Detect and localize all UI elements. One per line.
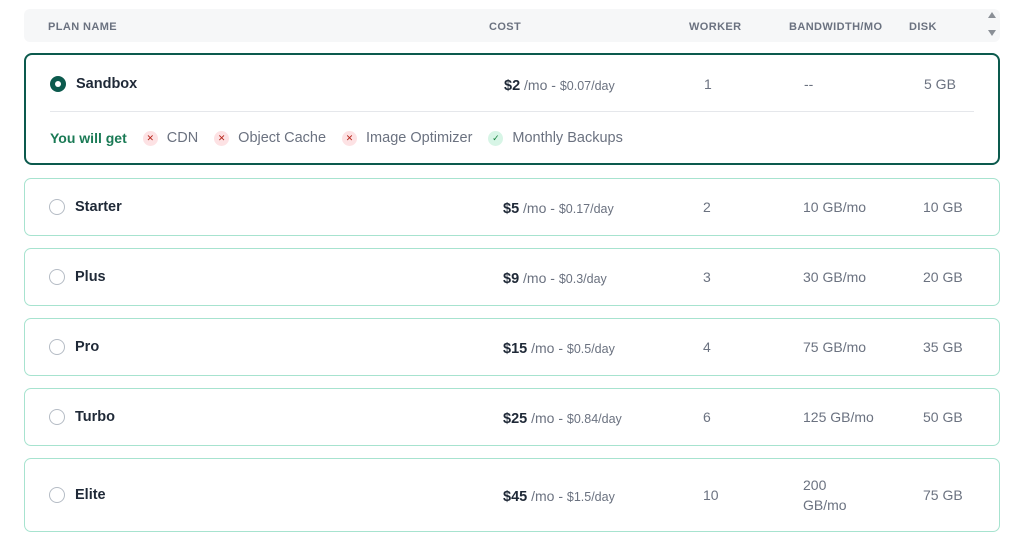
divider (50, 111, 974, 112)
plan-disk: 50 GB (923, 409, 963, 425)
feature-image-optimizer: ✕ Image Optimizer (342, 130, 472, 146)
plan-price: $45 (503, 489, 528, 505)
plan-radio[interactable] (49, 487, 65, 503)
scrollbar[interactable] (986, 12, 998, 38)
plan-per: /mo - (531, 488, 563, 504)
plan-per: /mo - (523, 200, 555, 216)
plan-cost: $45 /mo - $1.5/day (503, 486, 615, 507)
plan-day-price: $0.3/day (558, 272, 607, 286)
plan-per: /mo - (531, 340, 563, 356)
plan-price: $2 (504, 78, 521, 94)
plan-bandwidth: 30 GB/mo (803, 269, 867, 285)
plan-price: $5 (503, 201, 520, 217)
plan-worker: 3 (703, 269, 711, 285)
feature-list: You will get ✕ CDN ✕ Object Cache ✕ Imag… (50, 128, 639, 148)
plan-disk: 20 GB (923, 269, 963, 285)
scroll-up-arrow-icon[interactable] (988, 12, 996, 18)
plan-price: $25 (503, 411, 528, 427)
plan-name: Sandbox (76, 76, 138, 92)
plan-bandwidth: 125 GB/mo (803, 409, 874, 425)
feature-label: Monthly Backups (512, 130, 623, 146)
plan-worker: 6 (703, 409, 711, 425)
check-icon: ✓ (488, 130, 504, 146)
plan-day-price: $0.17/day (558, 202, 614, 216)
plan-bandwidth: -- (804, 76, 814, 92)
feature-cdn: ✕ CDN (142, 130, 199, 146)
plan-row-turbo[interactable]: Turbo $25 /mo - $0.84/day 6 125 GB/mo 50… (24, 388, 1000, 446)
column-header-bandwidth: BANDWIDTH/MO (789, 21, 883, 33)
x-icon: ✕ (342, 130, 358, 146)
plan-cost: $2 /mo - $0.07/day (504, 75, 615, 96)
column-header-plan-name: PLAN NAME (48, 21, 117, 33)
plan-worker: 10 (703, 487, 719, 503)
plan-cost: $25 /mo - $0.84/day (503, 408, 622, 429)
plan-bandwidth: 10 GB/mo (803, 199, 867, 215)
plan-cost: $9 /mo - $0.3/day (503, 268, 607, 289)
plan-disk: 75 GB (923, 487, 963, 503)
plan-cost: $15 /mo - $0.5/day (503, 338, 615, 359)
x-icon: ✕ (142, 130, 158, 146)
plan-disk: 5 GB (924, 76, 956, 92)
plan-worker: 1 (704, 76, 712, 92)
plan-per: /mo - (531, 410, 563, 426)
plan-day-price: $0.84/day (566, 412, 622, 426)
column-header-worker: WORKER (689, 21, 742, 33)
plan-bandwidth: 75 GB/mo (803, 339, 867, 355)
feature-monthly-backups: ✓ Monthly Backups (488, 130, 623, 146)
plan-day-price: $0.07/day (559, 79, 615, 93)
plan-row-pro[interactable]: Pro $15 /mo - $0.5/day 4 75 GB/mo 35 GB (24, 318, 1000, 376)
plan-name: Pro (75, 339, 100, 355)
plan-row-starter[interactable]: Starter $5 /mo - $0.17/day 2 10 GB/mo 10… (24, 178, 1000, 236)
feature-label: Object Cache (238, 130, 327, 146)
plan-name: Elite (75, 487, 106, 503)
plan-worker: 2 (703, 199, 711, 215)
plan-per: /mo - (523, 270, 555, 286)
x-icon: ✕ (214, 130, 230, 146)
column-header-disk: DISK (909, 21, 937, 33)
plan-radio[interactable] (49, 269, 65, 285)
plan-radio[interactable] (49, 199, 65, 215)
features-label: You will get (50, 130, 127, 146)
plan-row-sandbox[interactable]: Sandbox $2 /mo - $0.07/day 1 -- 5 GB You… (24, 53, 1000, 165)
plan-worker: 4 (703, 339, 711, 355)
plan-radio[interactable] (49, 409, 65, 425)
feature-label: Image Optimizer (366, 130, 473, 146)
plan-per: /mo - (524, 77, 556, 93)
feature-label: CDN (166, 130, 199, 146)
plan-price: $15 (503, 341, 528, 357)
table-header: PLAN NAME COST WORKER BANDWIDTH/MO DISK (24, 9, 1000, 42)
plan-row-plus[interactable]: Plus $9 /mo - $0.3/day 3 30 GB/mo 20 GB (24, 248, 1000, 306)
plan-disk: 35 GB (923, 339, 963, 355)
plan-price: $9 (503, 271, 520, 287)
column-header-cost: COST (489, 21, 522, 33)
plan-name: Turbo (75, 409, 115, 425)
plan-cost: $5 /mo - $0.17/day (503, 198, 614, 219)
plan-day-price: $0.5/day (566, 342, 615, 356)
plan-name: Starter (75, 199, 122, 215)
feature-object-cache: ✕ Object Cache (214, 130, 326, 146)
plan-radio[interactable] (49, 339, 65, 355)
plan-radio[interactable] (50, 76, 66, 92)
plan-name: Plus (75, 269, 106, 285)
plan-disk: 10 GB (923, 199, 963, 215)
plan-row-elite[interactable]: Elite $45 /mo - $1.5/day 10 200 GB/mo 75… (24, 458, 1000, 532)
plan-bandwidth: 200 GB/mo (803, 477, 847, 513)
scroll-down-arrow-icon[interactable] (988, 30, 996, 36)
plan-day-price: $1.5/day (566, 490, 615, 504)
